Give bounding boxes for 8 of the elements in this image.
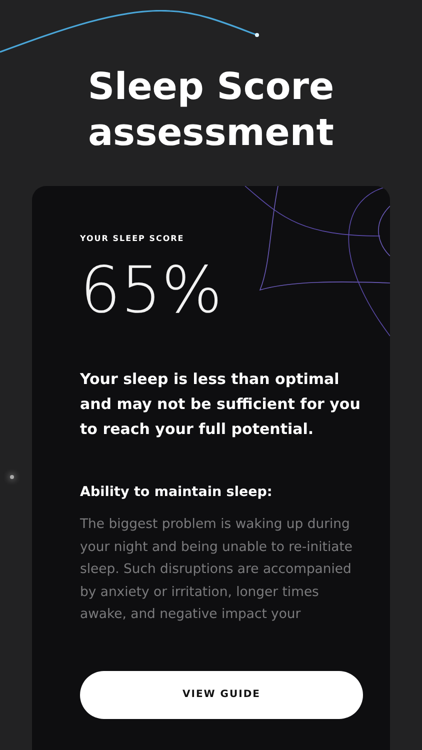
score-label: YOUR SLEEP SCORE xyxy=(80,234,186,243)
score-value: 65% xyxy=(80,255,224,327)
sparkle-icon xyxy=(10,475,14,479)
summary-text: Your sleep is less than optimal and may not be sufficient for you to reach your full potential. xyxy=(80,369,362,440)
page-title: Sleep Score assessment xyxy=(86,64,336,156)
section-text: The biggest problem is waking up during your night and being unable to re-initiate sleep. Such disruptions are accompanied by anxiety or irritation, longer times awake, and negative impact your xyxy=(80,516,354,624)
view-guide-button[interactable]: VIEW GUIDE xyxy=(80,670,363,718)
section-title: Ability to maintain sleep: xyxy=(80,483,274,502)
